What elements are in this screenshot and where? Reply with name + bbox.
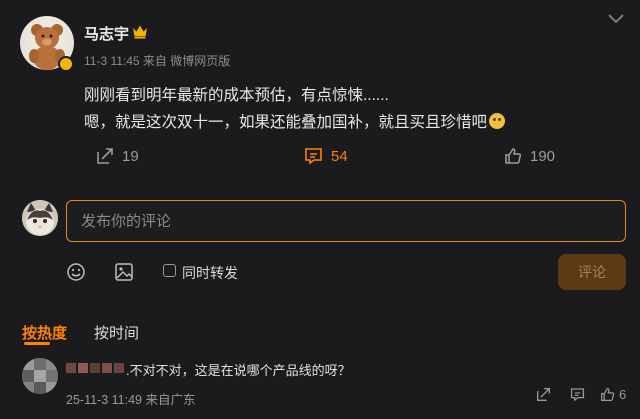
weibo-post-page: 马志宇 11-3 11:45 来自 微博网页版 刚刚看到明年最新的成本预估，有点… (0, 0, 640, 419)
crown-icon (132, 24, 148, 39)
reply-text: .不对不对，这是在说哪个产品线的呀？ (126, 363, 351, 378)
submit-comment-button[interactable]: 评论 (558, 254, 626, 290)
reply-comment-button[interactable] (570, 387, 585, 402)
repost-button[interactable]: 19 (96, 145, 139, 167)
emoji-icon (489, 113, 506, 129)
repost-count: 19 (122, 147, 139, 165)
reply-share-button[interactable] (536, 387, 551, 402)
author-name[interactable]: 马志宇 (84, 23, 129, 44)
repost-checkbox-label[interactable]: 同时转发 (182, 263, 238, 283)
like-icon (601, 388, 615, 401)
post-text-line-2: 嗯，就是这次双十一，如果还能叠加国补，就且买且珍惜吧 (84, 110, 506, 132)
like-icon (505, 148, 522, 164)
like-button[interactable]: 190 (504, 145, 555, 167)
reply-avatar[interactable] (22, 358, 58, 394)
repost-checkbox[interactable] (163, 264, 176, 277)
image-icon[interactable] (114, 262, 134, 282)
reply-meta: 25-11-3 11:49 来自广东 (66, 393, 196, 407)
comment-count: 54 (331, 147, 348, 165)
tab-sort-by-time[interactable]: 按时间 (94, 322, 139, 343)
reply-author-name-masked[interactable] (66, 361, 124, 373)
active-tab-indicator (24, 342, 50, 345)
share-icon (537, 388, 550, 401)
verified-badge (58, 56, 74, 72)
reply-like-button[interactable]: 6 (600, 387, 626, 402)
post-text-line-1: 刚刚看到明年最新的成本预估，有点惊悚...... (84, 87, 389, 104)
tab-sort-by-hot[interactable]: 按热度 (22, 322, 67, 343)
comment-button[interactable]: 54 (304, 145, 348, 167)
emoji-picker-icon[interactable] (66, 262, 86, 282)
reply-like-count: 6 (619, 387, 627, 402)
reply-icon (570, 388, 585, 402)
comment-icon (305, 148, 322, 165)
more-icon[interactable] (606, 12, 626, 26)
my-avatar (22, 200, 58, 236)
post-meta: 11-3 11:45 来自 微博网页版 (84, 54, 231, 68)
post-text-line-2-text: 嗯，就是这次双十一，如果还能叠加国补，就且买且珍惜吧 (84, 114, 488, 131)
repost-icon (97, 148, 113, 164)
like-count: 190 (530, 147, 556, 165)
comment-input[interactable] (66, 200, 626, 242)
